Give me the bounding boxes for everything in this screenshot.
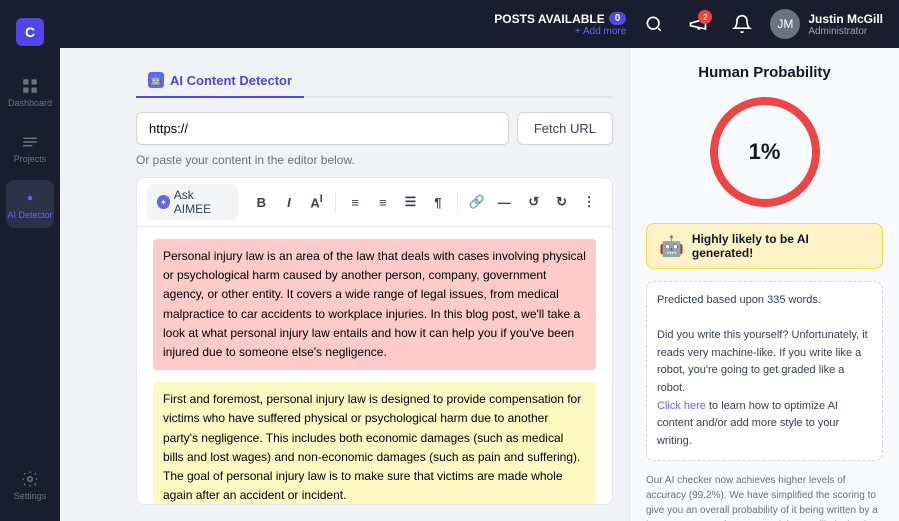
italic-button[interactable]: I	[276, 188, 302, 216]
posts-badge: 0	[609, 12, 627, 25]
user-info: Justin McGill Administrator	[808, 12, 883, 37]
posts-label: POSTS AVAILABLE	[494, 12, 604, 26]
avatar: JM	[770, 9, 800, 39]
divider1	[335, 192, 336, 212]
sidebar: C Dashboard Projects AI Detector Setting…	[0, 0, 60, 521]
list-button[interactable]: ☰	[398, 188, 424, 216]
editor-box: ✦ Ask AIMEE B I AI ≡ ≡ ☰ ¶ 🔗 — ↺ ↻ ⋮	[136, 177, 613, 505]
logo: C	[8, 12, 52, 52]
user-menu[interactable]: JM Justin McGill Administrator	[770, 9, 883, 39]
search-button[interactable]	[638, 8, 670, 40]
add-more-link[interactable]: + Add more	[575, 26, 626, 37]
probability-gauge: 1%	[710, 97, 820, 207]
disclaimer-text: Our AI checker now achieves higher level…	[646, 473, 883, 521]
editor-content[interactable]: Personal injury law is an area of the la…	[137, 227, 612, 504]
ai-badge: 🤖 Highly likely to be AI generated!	[646, 223, 883, 269]
ai-badge-text: Highly likely to be AI generated!	[692, 232, 870, 260]
main-content: 🤖 AI Content Detector Fetch URL Or paste…	[120, 48, 899, 521]
sidebar-item-dashboard[interactable]: Dashboard	[6, 68, 54, 116]
sidebar-item-projects[interactable]: Projects	[6, 124, 54, 172]
megaphone-badge: 2	[698, 10, 712, 24]
header: POSTS AVAILABLE 0 + Add more 2 JM Justin…	[60, 0, 899, 48]
editor-toolbar: ✦ Ask AIMEE B I AI ≡ ≡ ☰ ¶ 🔗 — ↺ ↻ ⋮	[137, 178, 612, 227]
right-panel: Human Probability 1% 🤖 Highly likely to …	[629, 48, 899, 521]
align-center-button[interactable]: ≡	[370, 188, 396, 216]
editor-section: 🤖 AI Content Detector Fetch URL Or paste…	[120, 48, 629, 521]
font-size-button[interactable]: AI	[304, 188, 330, 216]
paragraph-button[interactable]: ¶	[425, 188, 451, 216]
url-row: Fetch URL	[136, 112, 613, 145]
logo-icon: C	[16, 18, 44, 46]
probability-title: Human Probability	[646, 64, 883, 81]
posts-info: POSTS AVAILABLE 0 + Add more	[494, 12, 626, 37]
link-button[interactable]: 🔗	[464, 188, 490, 216]
notifications-button[interactable]	[726, 8, 758, 40]
fetch-url-button[interactable]: Fetch URL	[517, 112, 613, 145]
aimee-icon: ✦	[157, 195, 170, 209]
bold-button[interactable]: B	[248, 188, 274, 216]
sidebar-item-settings[interactable]: Settings	[6, 461, 54, 509]
tab-ai-detector[interactable]: 🤖 AI Content Detector	[136, 64, 304, 98]
paragraph-1: Personal injury law is an area of the la…	[153, 239, 596, 370]
undo-button[interactable]: ↺	[521, 188, 547, 216]
ask-aimee-button[interactable]: ✦ Ask AIMEE	[147, 184, 238, 220]
url-input[interactable]	[136, 112, 509, 145]
info-box: Predicted based upon 335 words. Did you …	[646, 281, 883, 461]
redo-button[interactable]: ↻	[549, 188, 575, 216]
sidebar-item-ai-detector[interactable]: AI Detector	[6, 180, 54, 228]
tab-header: 🤖 AI Content Detector	[136, 64, 613, 98]
paste-hint: Or paste your content in the editor belo…	[136, 153, 613, 167]
gauge-container: 1%	[646, 97, 883, 207]
tab-icon: 🤖	[148, 72, 164, 88]
click-here-link[interactable]: Click here	[657, 400, 706, 412]
paragraph-2: First and foremost, personal injury law …	[153, 382, 596, 504]
minus-button[interactable]: —	[491, 188, 517, 216]
megaphone-button[interactable]: 2	[682, 8, 714, 40]
robot-icon: 🤖	[659, 234, 684, 259]
align-left-button[interactable]: ≡	[342, 188, 368, 216]
more-button[interactable]: ⋮	[576, 188, 602, 216]
divider2	[457, 192, 458, 212]
